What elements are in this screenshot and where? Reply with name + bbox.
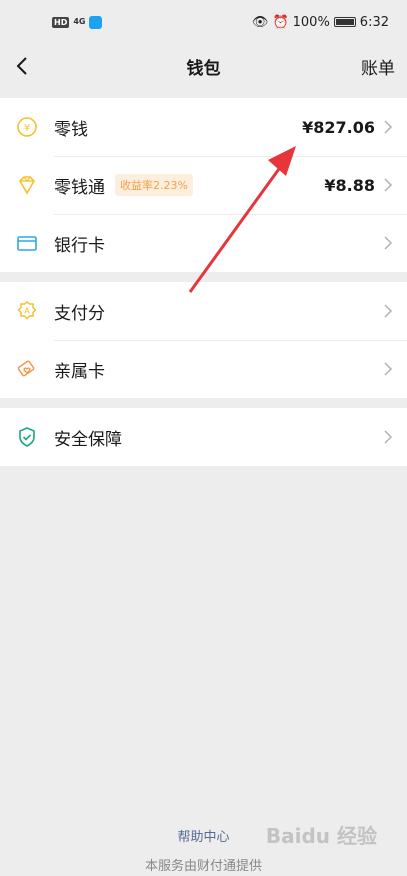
chevron-right-icon [384,236,393,250]
status-right: 👁 ⏰ 100% 6:32 [252,15,389,30]
provider-text: 本服务由财付通提供 [144,859,262,874]
lingqiantong-balance: ¥8.88 [324,175,375,195]
hd-indicator: HD [52,16,70,28]
row-lingqiantong[interactable]: 零钱通 收益率2.23% ¥8.88 [0,156,407,214]
eye-icon: 👁 [251,14,269,30]
row-label: 零钱通 [54,177,105,198]
svg-text:¥: ¥ [24,123,30,134]
signal-indicator: 4G [73,17,86,26]
app-notification-icon [89,15,103,29]
row-label: 亲属卡 [54,361,105,382]
status-bar: HD 4G 👁 ⏰ 100% 6:32 [0,0,407,44]
security-group: 安全保障 [0,408,407,466]
chevron-right-icon [384,304,393,318]
diamond-icon [16,174,38,196]
services-group: A 支付分 亲属卡 [0,282,407,398]
row-security[interactable]: 安全保障 [0,408,407,466]
bill-button[interactable]: 账单 [361,54,395,79]
bank-card-icon [16,232,38,254]
row-bank-card[interactable]: 银行卡 [0,214,407,272]
change-balance: ¥827.06 [302,117,375,137]
coin-icon: ¥ [16,116,38,138]
row-family-card[interactable]: 亲属卡 [0,340,407,398]
battery-icon [333,17,356,27]
row-pay-score[interactable]: A 支付分 [0,282,407,340]
status-left: HD 4G [52,15,103,29]
battery-percent: 100% [292,14,330,30]
page-title: 钱包 [186,58,221,79]
back-button[interactable] [10,52,34,80]
nav-bar: 钱包 账单 [0,44,407,88]
baidu-watermark: Baidu 经验 [265,824,377,848]
alarm-icon: ⏰ [272,14,289,30]
pay-score-icon: A [16,300,38,322]
back-arrow-icon [16,57,27,75]
chevron-right-icon [384,430,393,444]
row-label: 安全保障 [54,429,122,450]
yield-rate-badge: 收益率2.23% [115,174,193,196]
chevron-right-icon [384,120,393,134]
shield-icon [16,426,38,448]
svg-text:A: A [24,307,30,316]
chevron-right-icon [384,362,393,376]
clock-time: 6:32 [359,14,389,30]
family-card-icon [16,358,38,380]
row-label: 支付分 [54,303,105,324]
row-label: 零钱 [54,119,88,140]
row-change[interactable]: ¥ 零钱 ¥827.06 [0,98,407,156]
row-label: 银行卡 [54,235,105,256]
wallet-group: ¥ 零钱 ¥827.06 零钱通 收益率2.23% ¥8.88 银行卡 [0,98,407,272]
chevron-right-icon [384,178,393,192]
